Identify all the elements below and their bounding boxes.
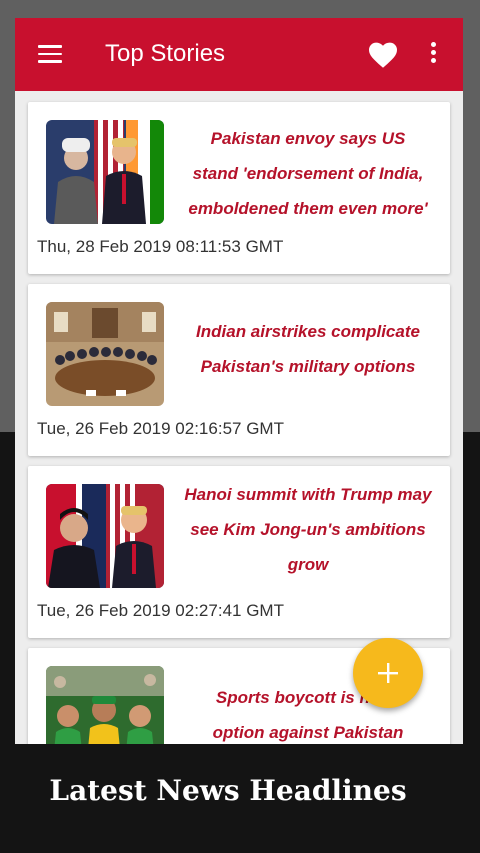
hamburger-menu-icon[interactable] <box>38 45 62 63</box>
more-vert-icon[interactable] <box>429 42 437 66</box>
story-card[interactable]: Indian airstrikes complicate Pakistan's … <box>28 284 450 456</box>
app-bar: Top Stories <box>15 18 463 91</box>
plus-icon <box>378 663 398 683</box>
story-headline[interactable]: Indian airstrikes complicate Pakistan's … <box>176 314 440 384</box>
story-headline[interactable]: Pakistan envoy says US stand 'endorsemen… <box>176 121 440 226</box>
heart-icon[interactable] <box>367 39 399 69</box>
promo-caption: Latest News Headlines <box>49 774 407 807</box>
story-thumbnail <box>46 484 164 588</box>
story-thumbnail <box>46 120 164 224</box>
story-card[interactable]: Pakistan envoy says US stand 'endorsemen… <box>28 102 450 274</box>
add-fab-button[interactable] <box>353 638 423 708</box>
story-thumbnail <box>46 666 164 744</box>
story-headline[interactable]: Hanoi summit with Trump may see Kim Jong… <box>176 477 440 582</box>
story-thumbnail <box>46 302 164 406</box>
story-date: Tue, 26 Feb 2019 02:16:57 GMT <box>37 419 284 438</box>
page-title: Top Stories <box>105 40 226 67</box>
story-date: Thu, 28 Feb 2019 08:11:53 GMT <box>37 237 284 256</box>
app-screen: Top Stories Pakistan envoy says US stand… <box>15 18 463 744</box>
story-card[interactable]: Hanoi summit with Trump may see Kim Jong… <box>28 466 450 638</box>
story-date: Tue, 26 Feb 2019 02:27:41 GMT <box>37 601 284 620</box>
